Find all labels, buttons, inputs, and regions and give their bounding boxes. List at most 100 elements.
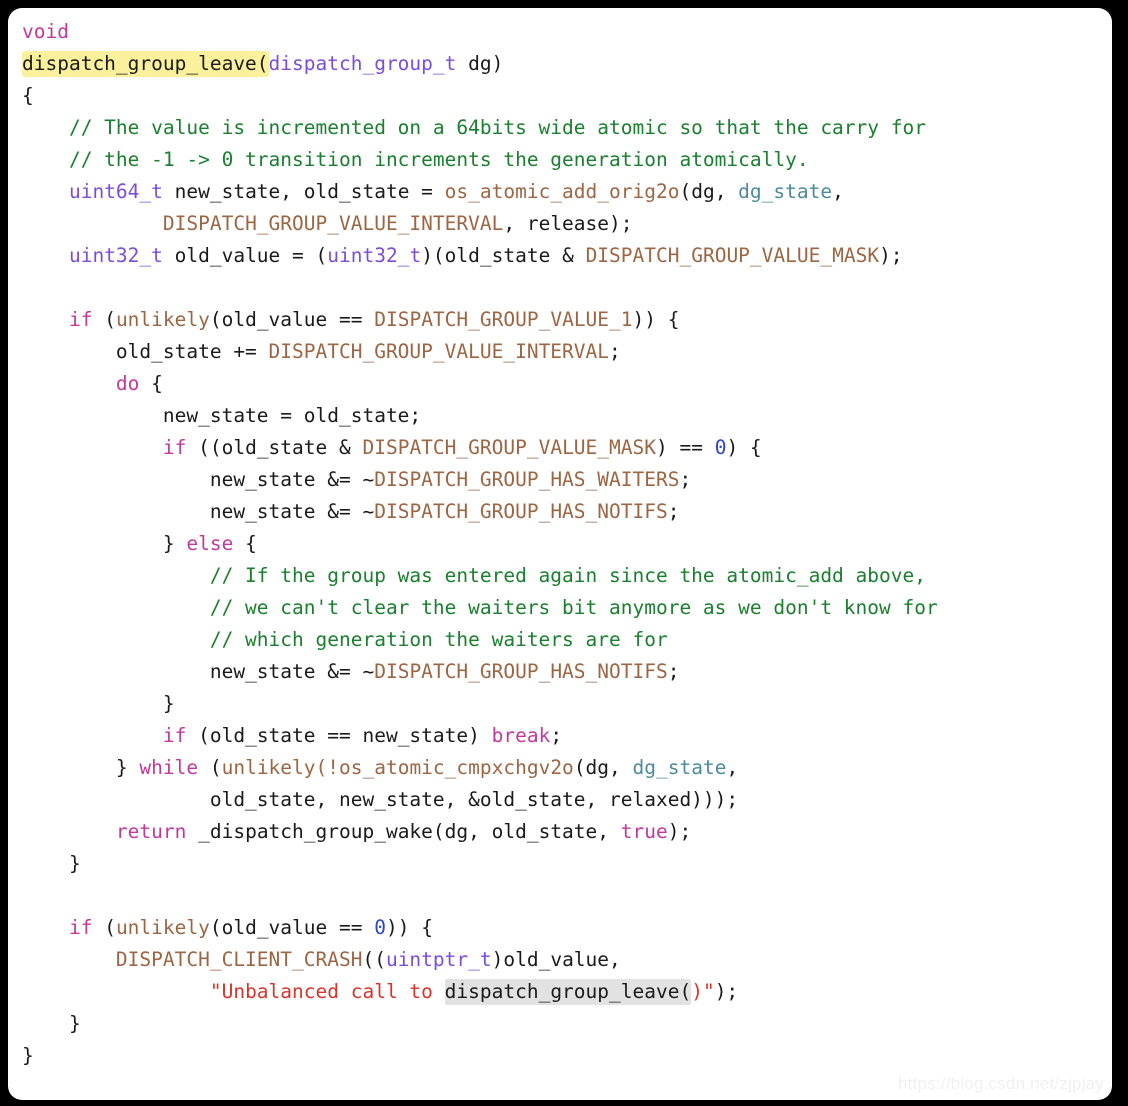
statement-text: new_state &= ~ [209, 468, 375, 491]
call-args: (dg, [679, 180, 739, 203]
macro-client-crash: DISPATCH_CLIENT_CRASH [115, 948, 363, 971]
condition-text: (old_value == [209, 916, 375, 939]
line-tail: ; [667, 500, 680, 523]
code-line-5: // the -1 -> 0 transition increments the… [22, 144, 1112, 176]
close-brace: } [115, 756, 140, 779]
close-brace: } [22, 852, 81, 875]
open-paren: ( [92, 916, 116, 939]
code-card: void dispatch_group_leave(dispatch_group_… [8, 8, 1112, 1100]
macro-value-interval: DISPATCH_GROUP_VALUE_INTERVAL [162, 212, 504, 235]
code-line-11: old_state += DISPATCH_GROUP_VALUE_INTERV… [22, 336, 1112, 368]
keyword-void: void [22, 20, 69, 43]
macro-has-notifs: DISPATCH_GROUP_HAS_NOTIFS [374, 500, 668, 523]
code-line-14: if ((old_state & DISPATCH_GROUP_VALUE_MA… [22, 432, 1112, 464]
code-line-26: return _dispatch_group_wake(dg, old_stat… [22, 816, 1112, 848]
expression-text: )(old_state & [421, 244, 586, 267]
macro-unlikely: unlikely [115, 308, 210, 331]
open-brace: { [22, 84, 34, 107]
highlighted-function-reference: dispatch_group_leave( [444, 979, 692, 1005]
number-zero: 0 [374, 916, 386, 939]
line-tail: { [233, 532, 257, 555]
code-line-1: void [22, 16, 1112, 48]
keyword-if: if [68, 308, 93, 331]
line-tail: , [726, 756, 739, 779]
type-uintptr: uintptr_t [385, 948, 492, 971]
type-uint32: uint32_t [68, 244, 163, 267]
atomic-cmpxchg-call: os_atomic_cmpxchgv2o [339, 756, 574, 779]
code-line-10: if (unlikely(old_value == DISPATCH_GROUP… [22, 304, 1112, 336]
code-line-29: if (unlikely(old_value == 0)) { [22, 912, 1112, 944]
keyword-true: true [620, 820, 668, 843]
keyword-else: else [186, 532, 234, 555]
code-line-28-blank [22, 880, 1112, 912]
line-tail: ); [714, 980, 739, 1003]
line-tail: , release); [503, 212, 633, 235]
statement-text: old_state += [115, 340, 269, 363]
code-line-22: } [22, 688, 1112, 720]
field-dg-state: dg_state [632, 756, 727, 779]
field-dg-state: dg_state [738, 180, 833, 203]
code-line-2: dispatch_group_leave(dispatch_group_t dg… [22, 48, 1112, 80]
code-line-33: } [22, 1040, 1112, 1072]
code-line-7: DISPATCH_GROUP_VALUE_INTERVAL, release); [22, 208, 1112, 240]
macro-has-waiters: DISPATCH_GROUP_HAS_WAITERS [374, 468, 680, 491]
declaration-text: new_state, old_state = [162, 180, 445, 203]
macro-unlikely: unlikely [115, 916, 210, 939]
atomic-add-call: os_atomic_add_orig2o [444, 180, 680, 203]
code-line-19: // we can't clear the waiters bit anymor… [22, 592, 1112, 624]
line-tail: , [832, 180, 844, 203]
code-line-6: uint64_t new_state, old_state = os_atomi… [22, 176, 1112, 208]
keyword-return: return [115, 820, 187, 843]
keyword-do: do [115, 372, 140, 395]
macro-value-mask: DISPATCH_GROUP_VALUE_MASK [585, 244, 880, 267]
code-content: void dispatch_group_leave(dispatch_group_… [22, 16, 1112, 1072]
open-paren: ( [92, 308, 116, 331]
line-tail: ; [609, 340, 621, 363]
line-tail: ) { [726, 436, 762, 459]
line-tail: { [139, 372, 163, 395]
comment-line: // we can't clear the waiters bit anymor… [22, 596, 938, 619]
comment-line: // which generation the waiters are for [22, 628, 668, 651]
line-tail: )) { [632, 308, 680, 331]
keyword-while: while [139, 756, 199, 779]
code-line-32: } [22, 1008, 1112, 1040]
code-line-8: uint32_t old_value = (uint32_t)(old_stat… [22, 240, 1112, 272]
keyword-if: if [162, 724, 187, 747]
open-paren: ( [198, 756, 222, 779]
code-line-17: } else { [22, 528, 1112, 560]
keyword-if: if [68, 916, 93, 939]
line-tail: )old_value, [491, 948, 621, 971]
keyword-break: break [491, 724, 551, 747]
line-tail: ); [879, 244, 903, 267]
call-args: (dg, [573, 756, 633, 779]
assignment-statement: new_state = old_state; [22, 404, 422, 427]
highlighted-function-name: dispatch_group_leave( [22, 51, 269, 77]
line-tail: ; [667, 660, 680, 683]
comment-line: // the -1 -> 0 transition increments the… [22, 148, 809, 171]
close-brace: } [22, 1044, 34, 1067]
code-line-25: old_state, new_state, &old_state, relaxe… [22, 784, 1112, 816]
code-line-9-blank [22, 272, 1112, 304]
code-line-31: "Unbalanced call to dispatch_group_leave… [22, 976, 1112, 1008]
code-line-12: do { [22, 368, 1112, 400]
macro-value-mask: DISPATCH_GROUP_VALUE_MASK [362, 436, 656, 459]
crash-message-string-close: )" [691, 980, 715, 1003]
line-tail: ); [667, 820, 692, 843]
line-tail: ; [679, 468, 692, 491]
code-line-27: } [22, 848, 1112, 880]
watermark-text: https://blog.csdn.net/zjpjay [898, 1074, 1104, 1093]
code-line-3: { [22, 80, 1112, 112]
